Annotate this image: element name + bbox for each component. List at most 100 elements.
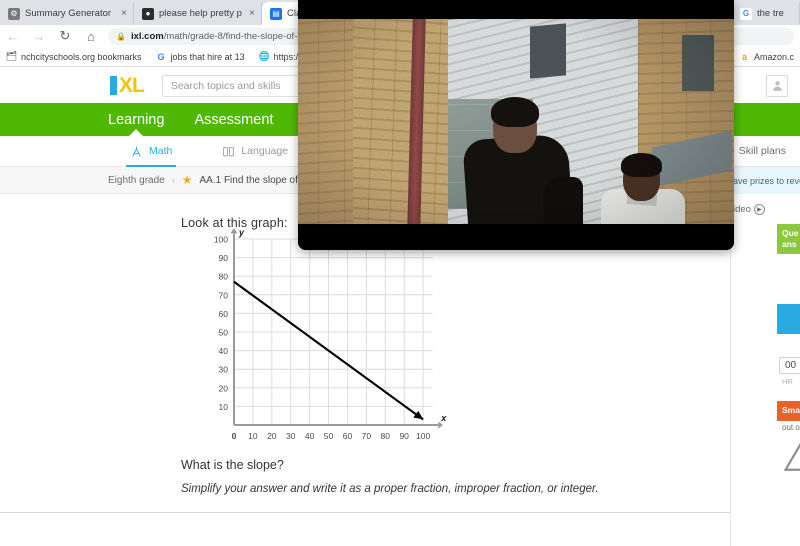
y-tick-label: 100 [214,235,228,245]
ixl-logo[interactable]: XL [110,74,145,97]
subnav-item-language[interactable]: Language [222,136,288,167]
y-tick-label: 40 [219,346,229,356]
globe-icon: 🌐 [258,51,270,61]
home-button[interactable]: ⌂ [78,25,104,47]
x-tick-label: 30 [286,431,296,441]
address-bar-url: ixl.com/math/grade-8/find-the-slope-of-a… [131,31,311,42]
x-tick-label: 90 [399,431,409,441]
video-letterbox-top [298,0,734,19]
timer: 00 HR [779,357,800,386]
bookmark-item-3[interactable]: a Amazon.c [739,51,794,62]
subnav-label: Language [241,145,289,157]
google-icon: G [157,51,165,62]
video-vignette [298,0,734,250]
logo-xl-text: XL [119,74,145,97]
subnav-item-skill-plans[interactable]: Skill plans [739,145,786,157]
y-tick-label: 80 [219,272,229,282]
time-elapsed-card: Tela [777,304,800,335]
breadcrumb-grade[interactable]: Eighth grade [108,175,165,186]
generator-icon: ⚙ [8,7,20,20]
browser-tab-title: please help pretty ple [159,8,243,19]
y-tick-label: 90 [219,253,229,263]
avatar[interactable] [766,74,788,97]
x-tick-label: 50 [324,431,334,441]
y-axis-label: y [238,229,245,237]
x-axis-label: x [440,413,447,423]
x-tick-label: 0 [232,431,237,441]
prompt-text: Look at this graph: [181,216,288,230]
classroom-icon: ▤ [270,7,282,20]
y-axis-arrow [230,227,238,234]
x-tick-label: 40 [305,431,315,441]
y-tick-label: 50 [219,328,229,338]
smartscore-label: Sma [777,401,800,421]
browser-tab-1[interactable]: ● please help pretty ple × [134,2,262,25]
compass-icon [132,146,141,157]
nav-item-assessment[interactable]: Assessment [194,112,273,128]
bookmark-label: Amazon.c [753,51,794,62]
x-tick-label: 10 [248,431,258,441]
play-icon[interactable]: ▶ [753,204,765,215]
book-icon [223,146,235,156]
video-letterbox-bottom [298,224,734,250]
video-label: ideo [733,204,751,215]
time-elapsed-label: Tela [777,304,800,335]
y-tick-label: 70 [219,290,229,300]
award-badge-icon [783,442,800,471]
folder-icon: 🗂 [5,51,18,61]
forward-button[interactable]: → [26,25,52,47]
prizes-banner: ave prizes to reve [730,167,800,194]
url-path: /math/grade-8/find-the-slope-of-a-g [163,30,312,42]
y-tick-label: 60 [219,309,229,319]
chevron-right-icon: › [171,175,175,185]
subnav-item-math[interactable]: Math [125,136,177,167]
star-icon[interactable]: ★ [182,173,193,187]
browser-tab-0[interactable]: ⚙ Summary Generator - × [0,2,134,25]
logo-i-bar [110,76,117,95]
y-tick-label: 30 [219,365,229,375]
back-button[interactable]: ← [0,25,26,47]
x-tick-label: 70 [362,431,372,441]
y-tick-label: 10 [219,402,229,412]
screenshot-root: ⚙ Summary Generator - × ● please help pr… [0,0,800,546]
tab-close-icon[interactable]: × [249,8,255,19]
smartscore-sub: out o [782,422,800,432]
subnav-label: Math [149,145,173,157]
url-domain: ixl.com [130,30,164,42]
x-tick-label: 20 [267,431,277,441]
amazon-icon: a [741,51,747,62]
question-hint: Simplify your answer and write it as a p… [181,483,599,495]
divider [0,512,770,513]
search-placeholder: Search topics and skills [170,79,281,92]
questions-answered-label: Que ans [777,224,800,255]
browser-tab-3[interactable]: G the tre [732,2,800,25]
bookmark-label: jobs that hire at 13 [170,51,245,62]
slope-graph-svg: 10 20 30 40 50 60 70 80 90 100 0 10 20 30 40 50 60 70 80 90… [214,227,447,441]
picture-in-picture-video[interactable] [298,0,734,250]
smartscore-card: Sma out o [777,401,800,432]
brainly-icon: ● [142,7,154,20]
graph: 10 20 30 40 50 60 70 80 90 100 0 10 20 30 40 50 60 70 80 90… [200,227,460,459]
x-tick-label: 100 [416,431,430,441]
y-tick-label: 20 [219,383,229,393]
question-text: What is the slope? [181,458,284,472]
video-link[interactable]: ideo ▶ [733,204,765,215]
lock-icon: 🔒 [116,31,126,41]
timer-hours-unit: HR [782,377,793,386]
reload-button[interactable]: ↻ [52,25,78,47]
x-tick-label: 60 [343,431,353,441]
tab-close-icon[interactable]: × [121,8,127,19]
progress-rail: ave prizes to reve ideo ▶ Queans Tela 00… [730,167,800,546]
nav-item-learning[interactable]: Learning [108,112,164,128]
user-icon [772,81,782,91]
bookmark-item-0[interactable]: 🗂 nchcityschools.org bookmarks [6,51,142,62]
google-icon: G [740,7,752,20]
bookmark-item-1[interactable]: G jobs that hire at 13 [156,51,245,62]
x-tick-label: 80 [381,431,391,441]
browser-tab-title: Summary Generator - [25,8,115,19]
timer-hours-value: 00 [779,357,800,374]
questions-answered-card: Que ans [777,224,800,255]
browser-tab-title: the tre [757,8,784,19]
bookmark-label: nchcityschools.org bookmarks [21,51,142,62]
data-line-arrow [413,410,424,420]
